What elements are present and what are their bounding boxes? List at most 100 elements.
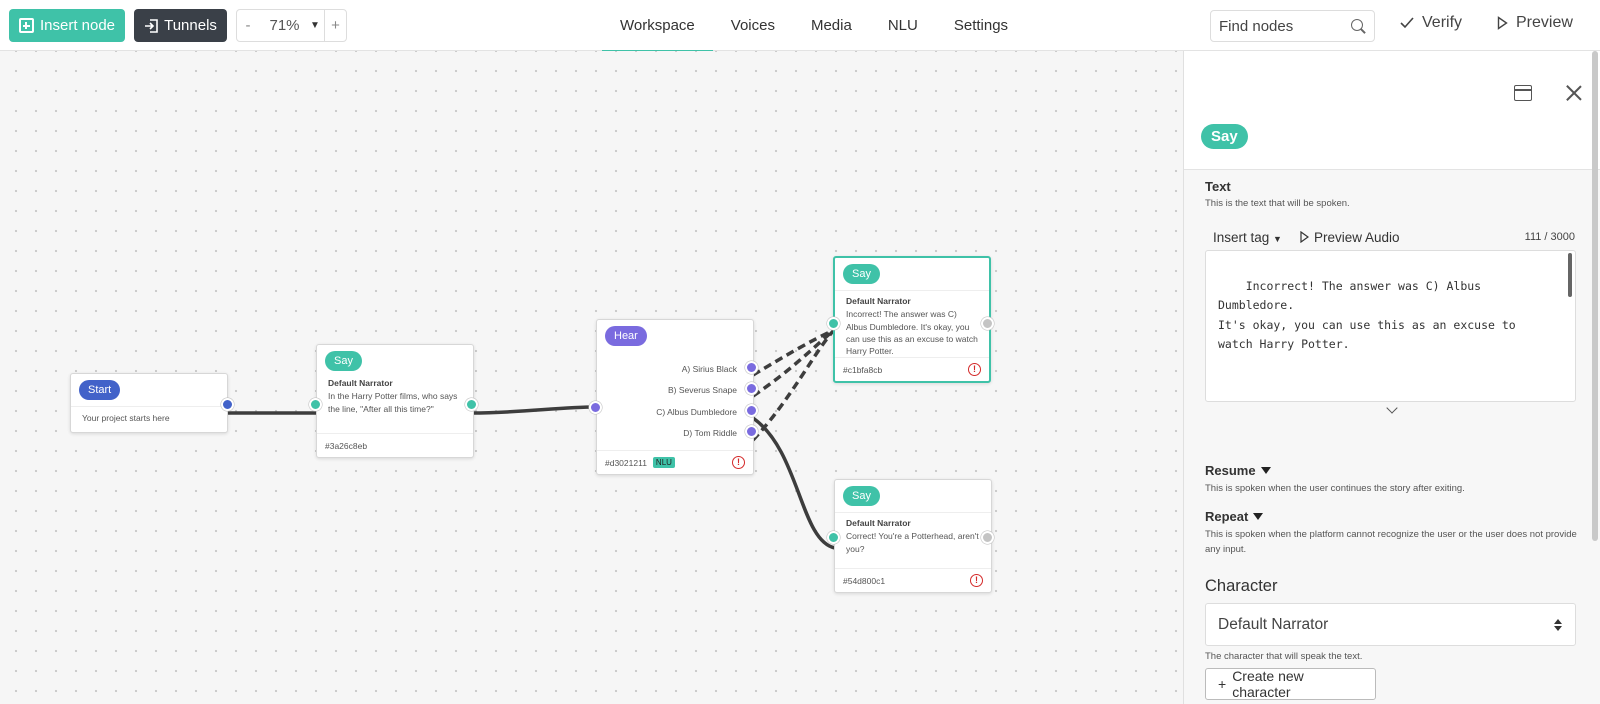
node-editor-panel: Say Text This is the text that will be s… bbox=[1183, 51, 1600, 704]
tunnels-label: Tunnels bbox=[164, 17, 217, 34]
resume-help: This is spoken when the user continues t… bbox=[1205, 483, 1465, 494]
tab-media[interactable]: Media bbox=[793, 0, 870, 51]
select-arrows-icon bbox=[1553, 618, 1563, 632]
hear-choice-d-port[interactable] bbox=[745, 425, 758, 438]
tab-workspace[interactable]: Workspace bbox=[602, 0, 713, 52]
hear-node-input-port[interactable] bbox=[589, 401, 602, 414]
say-node-incorrect-output-port[interactable] bbox=[981, 317, 994, 330]
repeat-help: This is spoken when the platform cannot … bbox=[1205, 529, 1577, 555]
create-new-character-label: Create new character bbox=[1232, 668, 1304, 700]
search-icon[interactable] bbox=[1350, 18, 1366, 34]
speech-text-area[interactable]: Incorrect! The answer was C) Albus Dumbl… bbox=[1205, 250, 1576, 402]
preview-label: Preview bbox=[1516, 14, 1573, 31]
find-nodes-search bbox=[1210, 10, 1375, 42]
textarea-scrollbar[interactable] bbox=[1568, 253, 1572, 297]
say-node-question-badge: Say bbox=[325, 351, 362, 371]
search-input[interactable] bbox=[1219, 17, 1339, 35]
text-label: Text bbox=[1205, 179, 1231, 194]
start-node-output-port[interactable] bbox=[221, 398, 234, 411]
tab-nlu[interactable]: NLU bbox=[870, 0, 936, 51]
hear-choice-c-port[interactable] bbox=[745, 404, 758, 417]
zoom-control: - 71% ▼ + bbox=[236, 9, 347, 42]
chevron-down-icon[interactable] bbox=[1386, 404, 1400, 418]
play-icon bbox=[1497, 16, 1508, 30]
tunnel-icon bbox=[145, 18, 158, 33]
hear-choice-c: C) Albus Dumbledore bbox=[656, 407, 737, 417]
warning-icon[interactable]: ! bbox=[970, 574, 983, 587]
tab-settings[interactable]: Settings bbox=[936, 0, 1026, 51]
zoom-value[interactable]: 71% bbox=[259, 17, 310, 34]
nlu-badge: NLU bbox=[652, 457, 675, 468]
preview-audio-button[interactable]: Preview Audio bbox=[1300, 230, 1400, 245]
say-node-incorrect-header: Say bbox=[835, 258, 989, 291]
zoom-dropdown-caret-icon[interactable]: ▼ bbox=[310, 20, 324, 31]
create-new-character-button[interactable]: + Create new character bbox=[1205, 668, 1376, 700]
hear-node[interactable]: Hear A) Sirius Black B) Severus Snape C)… bbox=[589, 319, 758, 475]
character-count: 111 / 3000 bbox=[1524, 231, 1575, 243]
say-node-question-character: Default Narrator bbox=[328, 378, 393, 388]
tunnels-button[interactable]: Tunnels bbox=[134, 9, 227, 42]
say-node-correct-id: #54d800c1 bbox=[843, 575, 886, 586]
window-icon[interactable] bbox=[1514, 85, 1532, 101]
say-node-correct-badge: Say bbox=[843, 486, 880, 506]
node-type-badge: Say bbox=[1201, 124, 1248, 149]
character-select[interactable]: Default Narrator bbox=[1205, 603, 1576, 646]
verify-label: Verify bbox=[1422, 14, 1463, 31]
panel-scrollbar[interactable] bbox=[1592, 51, 1598, 541]
say-node-correct-output-port[interactable] bbox=[981, 531, 994, 544]
panel-header: Say bbox=[1184, 51, 1600, 170]
text-toolbar: Insert tag ▼ Preview Audio 111 / 3000 bbox=[1205, 223, 1575, 251]
say-node-incorrect[interactable]: Say Default Narrator Incorrect! The answ… bbox=[827, 256, 994, 383]
say-node-incorrect-id: #c1bfa8cb bbox=[843, 364, 883, 375]
insert-tag-dropdown[interactable]: Insert tag ▼ bbox=[1213, 230, 1282, 245]
workspace-canvas[interactable]: Start Your project starts here Say Defau… bbox=[0, 51, 1183, 704]
caret-down-icon bbox=[1260, 467, 1271, 474]
tab-voices[interactable]: Voices bbox=[713, 0, 793, 51]
say-node-correct-footer: #54d800c1 ! bbox=[835, 568, 991, 592]
hear-choice-d: D) Tom Riddle bbox=[683, 428, 737, 438]
caret-down-icon bbox=[1253, 513, 1264, 520]
say-node-question-header: Say bbox=[317, 345, 473, 377]
zoom-out-button[interactable]: - bbox=[237, 17, 259, 34]
say-node-incorrect-input-port[interactable] bbox=[827, 317, 840, 330]
say-node-question-output-port[interactable] bbox=[465, 398, 478, 411]
speech-text-value: Incorrect! The answer was C) Albus Dumbl… bbox=[1218, 278, 1516, 352]
say-node-question-id: #3a26c8eb bbox=[325, 440, 368, 451]
wire-say-to-hear bbox=[471, 405, 597, 415]
hear-node-badge: Hear bbox=[605, 326, 647, 346]
hear-choice-b: B) Severus Snape bbox=[668, 385, 737, 395]
insert-node-button[interactable]: Insert node bbox=[9, 9, 125, 42]
insert-node-label: Insert node bbox=[39, 17, 116, 34]
warning-icon[interactable]: ! bbox=[968, 363, 981, 376]
say-node-correct-body: Default Narrator Correct! You're a Potte… bbox=[835, 513, 991, 555]
start-node[interactable]: Start Your project starts here bbox=[70, 373, 234, 433]
close-icon[interactable] bbox=[1565, 84, 1583, 102]
character-title: Character bbox=[1205, 577, 1278, 595]
say-node-incorrect-body: Default Narrator Incorrect! The answer w… bbox=[835, 291, 989, 358]
zoom-in-button[interactable]: + bbox=[324, 10, 346, 41]
say-node-correct-input-port[interactable] bbox=[827, 531, 840, 544]
hear-choice-b-port[interactable] bbox=[745, 382, 758, 395]
warning-icon[interactable]: ! bbox=[732, 456, 745, 469]
repeat-toggle[interactable]: Repeat bbox=[1205, 509, 1264, 524]
hear-choice-a-port[interactable] bbox=[745, 361, 758, 374]
say-node-correct-character: Default Narrator bbox=[846, 518, 911, 528]
verify-button[interactable]: Verify bbox=[1400, 14, 1462, 32]
say-node-question-footer: #3a26c8eb bbox=[317, 433, 473, 457]
say-node-correct[interactable]: Say Default Narrator Correct! You're a P… bbox=[827, 479, 994, 593]
plus-icon: + bbox=[1218, 676, 1227, 692]
wire-choice-d bbox=[751, 328, 836, 442]
plus-square-icon bbox=[18, 18, 34, 33]
resume-toggle[interactable]: Resume bbox=[1205, 463, 1271, 478]
say-node-incorrect-footer: #c1bfa8cb ! bbox=[835, 357, 989, 381]
say-node-correct-text: Correct! You're a Potterhead, aren't you… bbox=[846, 531, 979, 554]
wire-choice-a bbox=[752, 328, 835, 377]
say-node-question-body: Default Narrator In the Harry Potter fil… bbox=[317, 377, 473, 415]
say-node-question[interactable]: Say Default Narrator In the Harry Potter… bbox=[309, 344, 478, 458]
play-icon bbox=[1300, 231, 1309, 243]
say-node-question-input-port[interactable] bbox=[309, 398, 322, 411]
preview-button[interactable]: Preview bbox=[1497, 14, 1573, 32]
say-node-question-text: In the Harry Potter films, who says the … bbox=[328, 391, 458, 414]
top-bar: Insert node Tunnels - 71% ▼ + Workspace … bbox=[0, 0, 1600, 52]
say-node-incorrect-text: Incorrect! The answer was C) Albus Dumbl… bbox=[846, 309, 978, 357]
